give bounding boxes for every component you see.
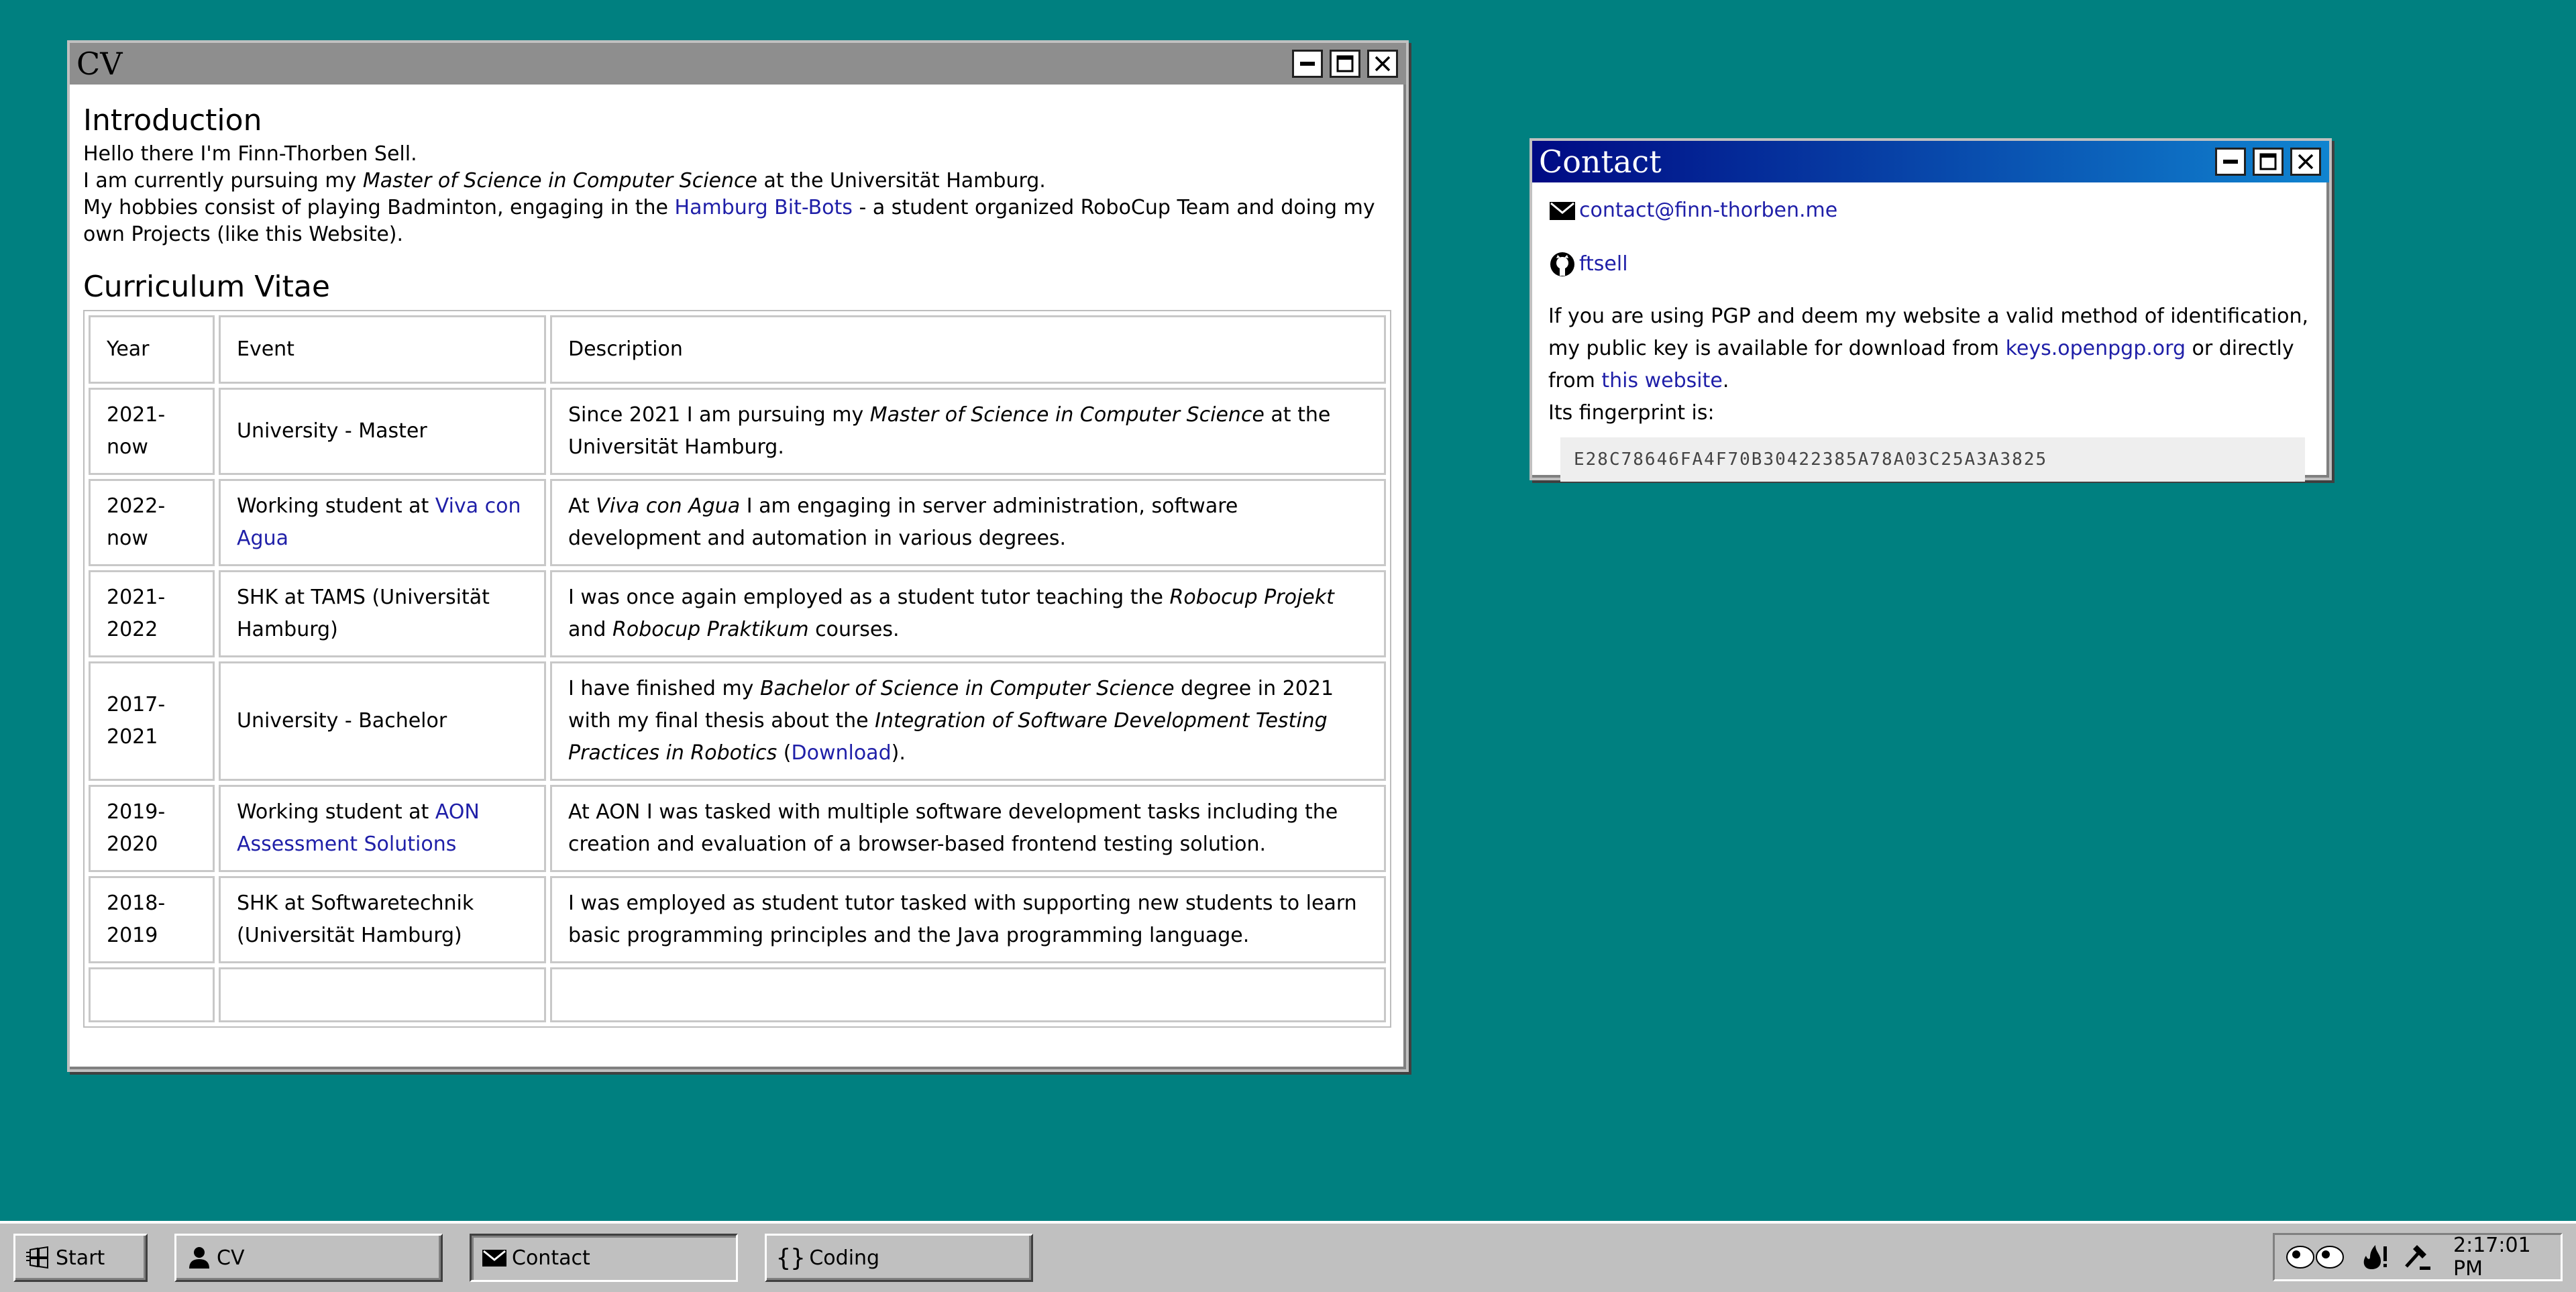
cv-content[interactable]: Introduction Hello there I'm Finn-Thorbe… [70,85,1406,1069]
header-year: Year [89,315,215,384]
pgp-paragraph: If you are using PGP and deem my website… [1548,305,2309,425]
cell-description: At AON I was tasked with multiple softwa… [550,785,1386,872]
contact-content: contact@finn-thorben.me ftsell If you ar… [1532,182,2329,495]
table-row: 2018-2019 SHK at Softwaretechnik (Univers… [89,876,1386,963]
cell-event: SHK at Softwaretechnik (Universität Hamb… [219,876,546,963]
table-row: 2021-2022 SHK at TAMS (Universität Hambur… [89,570,1386,657]
close-button[interactable] [1367,50,1398,78]
cv-heading: Curriculum Vitae [83,270,330,304]
close-button[interactable] [2290,148,2321,176]
cell-year [89,967,215,1022]
envelope-icon [1550,202,1575,220]
intro-text: Hello there I'm Finn-Thorben Sell. I am … [83,141,1393,248]
cell-year: 2021-now [89,388,215,475]
cell-event: Working student at AON Assessment Soluti… [219,785,546,872]
taskbar-contact-button[interactable]: Contact [470,1234,738,1282]
contact-window-title: Contact [1539,144,1662,180]
openpgp-link[interactable]: keys.openpgp.org [2006,337,2186,360]
cell-description: I was once again employed as a student t… [550,570,1386,657]
table-row: 2019-2020 Working student at AON Assessme… [89,785,1386,872]
cell-description: I have finished my Bachelor of Science i… [550,661,1386,781]
cell-event: University - Bachelor [219,661,546,781]
minimize-button[interactable] [2215,148,2246,176]
user-icon [189,1247,209,1269]
taskbar-cv-label: CV [217,1246,245,1270]
system-tray: 2:17:01 PM [2273,1233,2563,1281]
table-row: 2022-now Working student at Viva con Agua… [89,479,1386,566]
taskbar-coding-label: Coding [809,1246,880,1270]
envelope-icon [482,1250,506,1267]
cell-year: 2017-2021 [89,661,215,781]
cell-year: 2018-2019 [89,876,215,963]
code-braces-icon: {} [776,1244,806,1272]
minimize-icon [2223,160,2238,164]
cell-description: I was employed as student tutor tasked w… [550,876,1386,963]
eyes-icon[interactable] [2286,1242,2346,1272]
email-row: contact@finn-thorben.me [1548,196,2316,225]
table-row [89,967,1386,1022]
taskbar: Start CV Contact {} Coding 2:17:01 PM [0,1221,2576,1292]
cell-description: At Viva con Agua I am engaging in server… [550,479,1386,566]
close-icon [2298,154,2314,170]
table-row: 2021-now University - Master Since 2021 I … [89,388,1386,475]
fingerprint-label: Its fingerprint is: [1548,401,1715,425]
taskbar-contact-label: Contact [512,1246,590,1270]
cell-year: 2021-2022 [89,570,215,657]
cell-event: SHK at TAMS (Universität Hamburg) [219,570,546,657]
download-link[interactable]: Download [791,741,891,765]
cell-description [550,967,1386,1022]
intro-line-1: Hello there I'm Finn-Thorben Sell. [83,142,417,166]
cell-year: 2019-2020 [89,785,215,872]
header-description: Description [550,315,1386,384]
windows-logo-icon [26,1246,48,1269]
clock: 2:17:01 PM [2453,1234,2531,1281]
website-key-link[interactable]: this website [1601,369,1723,392]
email-link[interactable]: contact@finn-thorben.me [1579,195,1837,227]
contact-titlebar[interactable]: Contact [1532,141,2329,182]
contact-window[interactable]: Contact contact@finn-thorben.me ftsell I… [1529,138,2332,482]
table-row: 2017-2021 University - Bachelor I have fin… [89,661,1386,781]
cv-window[interactable]: CV Introduction Hello there I'm Finn-Tho… [67,40,1409,1072]
cv-window-title: CV [76,46,123,82]
minimize-icon [1300,62,1315,66]
github-icon [1550,252,1574,276]
cell-description: Since 2021 I am pursuing my Master of Sc… [550,388,1386,475]
cv-titlebar[interactable]: CV [70,43,1406,85]
header-event: Event [219,315,546,384]
cv-table: Year Event Description 2021-now Universit… [83,310,1391,1028]
start-label: Start [56,1246,105,1270]
bitbots-link[interactable]: Hamburg Bit-Bots [675,196,853,219]
start-button[interactable]: Start [13,1234,148,1282]
close-icon [1375,56,1391,72]
maximize-button[interactable] [1330,50,1360,78]
github-link[interactable]: ftsell [1579,248,1628,280]
fire-alert-icon[interactable] [2359,1242,2389,1272]
intro-heading: Introduction [83,103,262,138]
table-header-row: Year Event Description [89,315,1386,384]
pgp-fingerprint: E28C78646FA4F70B30422385A78A03C25A3A3825 [1560,437,2305,482]
intro-line-2: I am currently pursuing my Master of Sci… [83,169,1046,193]
maximize-button[interactable] [2253,148,2284,176]
intro-line-3: My hobbies consist of playing Badminton,… [83,196,1375,246]
cell-event: University - Master [219,388,546,475]
maximize-icon [2259,153,2277,170]
taskbar-coding-button[interactable]: {} Coding [765,1234,1033,1282]
gavel-icon[interactable] [2402,1242,2432,1272]
github-row: ftsell [1548,250,2316,279]
taskbar-cv-button[interactable]: CV [174,1234,443,1282]
maximize-icon [1336,55,1354,72]
cell-event [219,967,546,1022]
minimize-button[interactable] [1292,50,1323,78]
cell-event: Working student at Viva con Agua [219,479,546,566]
cell-year: 2022-now [89,479,215,566]
